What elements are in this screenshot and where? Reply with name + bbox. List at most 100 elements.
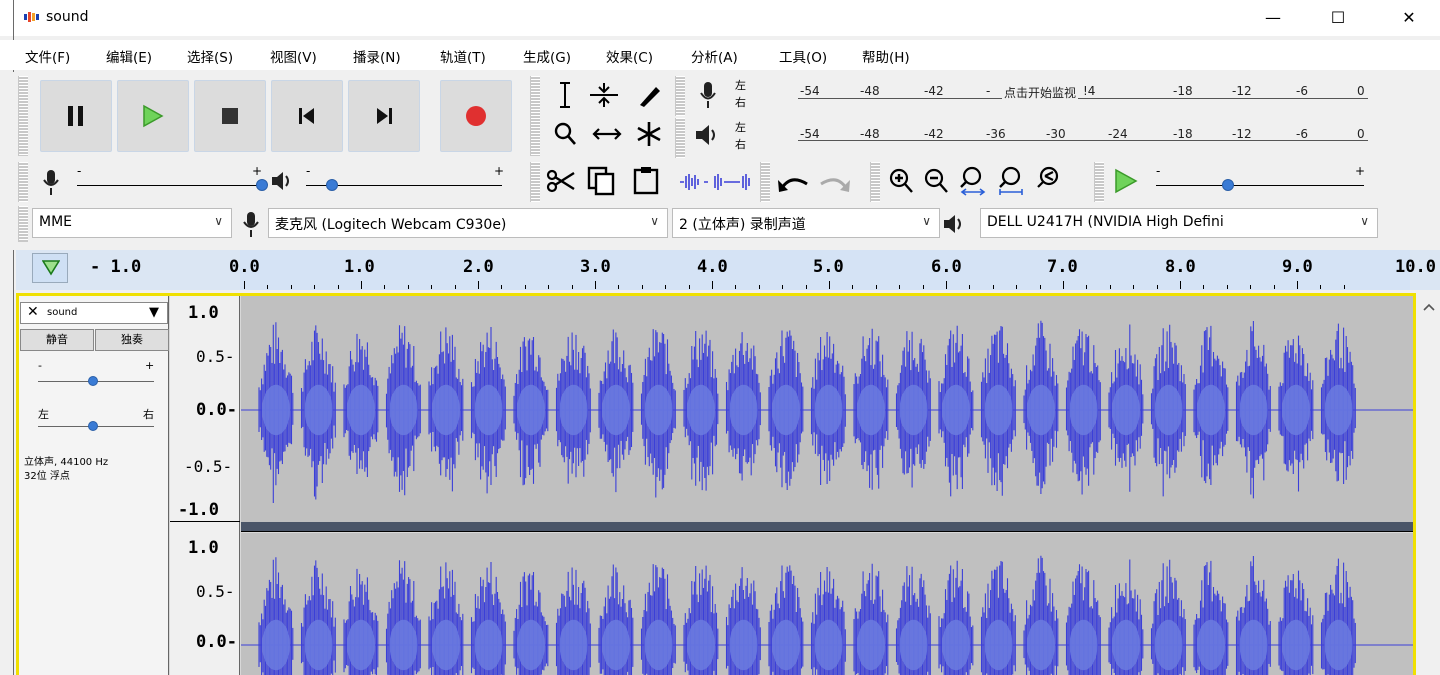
trim-icon[interactable] <box>678 172 710 192</box>
tools-grip[interactable] <box>530 76 540 156</box>
channel-separator[interactable] <box>241 522 1413 532</box>
record-volume-max: + <box>252 164 263 178</box>
paste-icon[interactable] <box>632 165 660 195</box>
record-tick: -48 <box>860 84 880 98</box>
timeline-label: 5.0 <box>813 257 844 277</box>
record-volume-slider[interactable] <box>77 185 262 186</box>
zoom-out-icon[interactable] <box>923 167 949 195</box>
waveform-rms <box>1069 384 1098 436</box>
play-meter-grip[interactable] <box>675 118 685 158</box>
waveform-rms <box>517 384 545 436</box>
multi-tool[interactable] <box>627 116 671 152</box>
envelope-tool[interactable] <box>582 77 626 113</box>
undo-grip[interactable] <box>760 162 770 202</box>
edit-grip[interactable] <box>530 162 540 202</box>
waveform-rms <box>389 384 418 436</box>
zoom-grip[interactable] <box>870 162 880 202</box>
menu-tracks[interactable]: 轨道(T) <box>440 46 486 66</box>
playback-device-select[interactable]: DELL U2417H (NVIDIA High Defini ∨ <box>980 208 1378 238</box>
track-close-button[interactable]: ✕ <box>27 304 39 320</box>
play-speed-knob[interactable] <box>1222 179 1234 191</box>
vruler-label: 0.5- <box>196 347 235 366</box>
record-meter-hint[interactable]: 点击开始监视 <box>1002 84 1079 101</box>
mixer-grip[interactable] <box>18 162 28 202</box>
menu-effect[interactable]: 效果(C) <box>606 46 653 66</box>
stop-button[interactable] <box>194 80 266 152</box>
play-speed-slider[interactable] <box>1156 185 1364 186</box>
mute-button[interactable]: 静音 <box>20 329 94 351</box>
timeline-tick <box>665 285 667 289</box>
close-button[interactable]: ✕ <box>1386 4 1432 32</box>
record-meter-grip[interactable] <box>675 76 685 116</box>
menu-edit[interactable]: 编辑(E) <box>106 46 152 66</box>
menu-file[interactable]: 文件(F) <box>25 46 70 66</box>
play-button[interactable] <box>117 80 189 152</box>
record-button[interactable] <box>440 80 512 152</box>
speed-max: + <box>1355 164 1366 178</box>
silence-icon[interactable] <box>713 172 753 192</box>
draw-tool[interactable] <box>628 77 672 113</box>
menu-help[interactable]: 帮助(H) <box>862 46 910 66</box>
fit-selection-icon[interactable] <box>958 165 988 197</box>
record-volume-knob[interactable] <box>256 179 268 191</box>
timeshift-tool[interactable] <box>585 116 629 152</box>
redo-icon[interactable] <box>817 170 851 194</box>
cut-icon[interactable] <box>546 167 576 195</box>
speaker-icon[interactable] <box>694 123 720 147</box>
recording-channels-select[interactable]: 2 (立体声) 录制声道 ∨ <box>672 208 940 238</box>
selection-tool[interactable] <box>543 77 587 113</box>
recording-device-value: 麦克风 (Logitech Webcam C930e) <box>275 217 507 233</box>
menu-analyze[interactable]: 分析(A) <box>691 46 738 66</box>
waveform-rms <box>262 384 290 436</box>
maximize-button[interactable]: ☐ <box>1315 4 1361 32</box>
menu-generate[interactable]: 生成(G) <box>523 46 571 66</box>
device-grip[interactable] <box>18 206 28 242</box>
menu-select[interactable]: 选择(S) <box>187 46 233 66</box>
pause-button[interactable] <box>40 80 112 152</box>
timeline-options-button[interactable] <box>32 253 68 283</box>
scroll-up-icon[interactable] <box>1423 303 1435 311</box>
timeline-label: 10.0 <box>1395 257 1436 277</box>
waveform-rms <box>1239 619 1268 671</box>
track-menu-arrow-icon[interactable]: ▼ <box>149 305 159 320</box>
menu-tools[interactable]: 工具(O) <box>779 46 827 66</box>
minimize-button[interactable]: — <box>1250 4 1296 32</box>
gain-min-label: - <box>38 359 42 372</box>
zoom-toggle-icon[interactable] <box>1034 165 1064 197</box>
transport-grip[interactable] <box>18 76 28 156</box>
waveform-left-channel[interactable] <box>241 296 1413 522</box>
gain-knob[interactable] <box>88 376 98 386</box>
waveform-rms <box>389 619 418 671</box>
record-tick: -12 <box>1232 84 1252 98</box>
menu-view[interactable]: 视图(V) <box>270 46 317 66</box>
vruler-label: 0.0- <box>196 632 237 652</box>
track-name-bar[interactable]: ✕ sound ▼ <box>20 302 168 324</box>
play-speed-grip[interactable] <box>1094 162 1104 202</box>
undo-icon[interactable] <box>777 170 811 194</box>
waveform-rms <box>1069 619 1098 671</box>
waveform-right-channel[interactable] <box>241 533 1413 675</box>
pan-knob[interactable] <box>88 421 98 431</box>
fit-project-icon[interactable] <box>996 165 1026 197</box>
skip-end-button[interactable] <box>348 80 420 152</box>
zoom-in-icon[interactable] <box>888 167 914 195</box>
solo-button[interactable]: 独奏 <box>95 329 169 351</box>
menu-transport[interactable]: 播录(N) <box>353 46 401 66</box>
skip-start-button[interactable] <box>271 80 343 152</box>
track-name[interactable]: sound <box>47 307 77 318</box>
vertical-scrollbar[interactable] <box>1418 293 1440 675</box>
waveform-rms <box>772 384 800 436</box>
play-at-speed-icon[interactable] <box>1113 168 1139 194</box>
gain-max-label: + <box>145 359 155 372</box>
zoom-tool[interactable] <box>543 116 587 152</box>
timeline-label: 4.0 <box>697 257 728 277</box>
microphone-icon[interactable] <box>697 80 719 110</box>
copy-icon[interactable] <box>587 166 615 196</box>
timeline-tick <box>290 285 292 289</box>
timeline-tick <box>688 285 690 289</box>
recording-device-select[interactable]: 麦克风 (Logitech Webcam C930e) ∨ <box>268 208 668 238</box>
waveform-rms <box>432 384 460 436</box>
play-volume-knob[interactable] <box>326 179 338 191</box>
timeline-label: 3.0 <box>580 257 611 277</box>
audio-host-select[interactable]: MME ∨ <box>32 208 232 238</box>
